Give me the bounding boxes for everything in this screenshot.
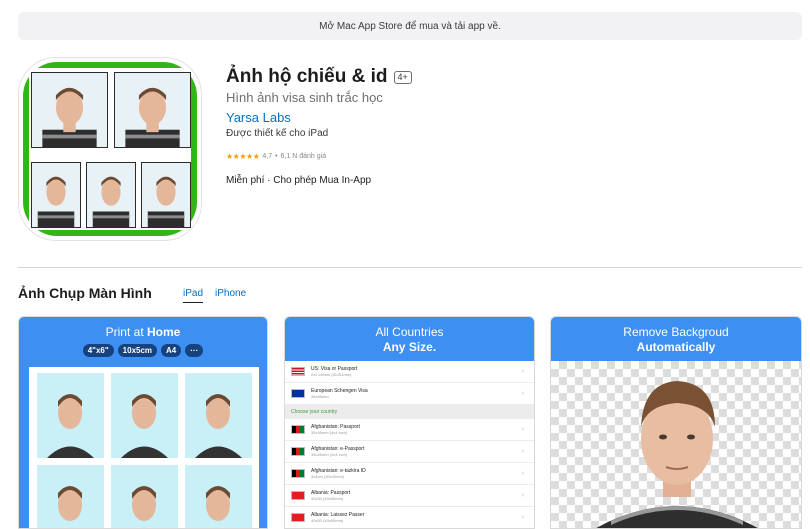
row-sublabel: 35x45mm	[311, 393, 329, 399]
app-title-row: Ảnh hộ chiếu & id 4+	[226, 66, 412, 88]
row-sublabel: 35x45mm (4x4 inch)	[311, 451, 348, 457]
heading-bold-text: Home	[147, 325, 181, 339]
screenshot-print-at-home[interactable]: Print at Home 4"x6" 10x5cm A4 ···	[18, 316, 268, 529]
heading-bold-text: Any Size.	[382, 340, 437, 354]
albania-flag-icon	[291, 491, 305, 500]
app-title: Ảnh hộ chiếu & id	[226, 66, 388, 87]
rating-value: 4,7	[262, 153, 273, 160]
row-label: Albania: Passport	[311, 489, 351, 496]
chevron-right-icon: ›	[521, 514, 524, 521]
section-divider	[18, 267, 802, 268]
heading-bold-text: Automatically	[636, 340, 716, 354]
row-label: Afghanistan: e-Passport	[311, 445, 365, 452]
eu-flag-icon	[291, 389, 305, 398]
passport-photo-thumbnail	[111, 373, 178, 458]
passport-photo-thumbnail	[86, 162, 136, 228]
banner-text: Mở Mac App Store để mua và tải app về.	[319, 20, 501, 32]
row-sublabel: 3x4cm (30x40mm)	[311, 473, 345, 479]
list-item: Afghanistan: e-tazkira ID 3x4cm (30x40mm)…	[285, 463, 534, 485]
list-section-header: Choose your country	[285, 405, 534, 419]
passport-photo-thumbnail	[31, 72, 108, 148]
transparent-background	[551, 361, 801, 528]
screenshot-all-countries[interactable]: All Countries Any Size. US: Visa or Pass…	[284, 316, 535, 529]
print-sheet	[29, 367, 259, 528]
open-mac-app-store-banner[interactable]: Mở Mac App Store để mua và tải app về.	[18, 12, 802, 40]
row-label: US: Visa or Passport	[311, 365, 358, 372]
list-item: Albania: Passport 40x50 (40x50mm) ›	[285, 485, 534, 507]
app-subtitle: Hình ảnh visa sinh trắc học	[226, 90, 383, 105]
more-chip: ···	[185, 344, 204, 357]
chevron-right-icon: ›	[521, 492, 524, 499]
designed-for-ipad: Được thiết kế cho iPad	[226, 128, 329, 139]
row-label: Albania: Laissez Passer	[311, 511, 365, 518]
row-sublabel: 35x45mm (4x4 inch)	[311, 429, 348, 435]
row-label: Afghanistan: Passport	[311, 423, 360, 430]
passport-photo-thumbnail	[185, 373, 252, 458]
chevron-right-icon: ›	[521, 390, 524, 397]
size-chips: 4"x6" 10x5cm A4 ···	[19, 344, 267, 357]
price-info: Miễn phí · Cho phép Mua In-App	[226, 175, 372, 186]
list-item: European Schengen Visa 35x45mm ›	[285, 383, 534, 405]
age-rating-badge: 4+	[393, 70, 412, 84]
portrait-cutout	[596, 381, 758, 528]
passport-photo-thumbnail	[31, 162, 81, 228]
us-flag-icon	[291, 367, 305, 376]
size-chip: 10x5cm	[117, 344, 158, 357]
passport-photo-thumbnail	[114, 72, 191, 148]
star-rating-icon: ★★★★★	[226, 152, 260, 161]
afghanistan-flag-icon	[291, 447, 305, 456]
passport-photo-thumbnail	[37, 373, 104, 458]
list-item: US: Visa or Passport 2x2 inches (51x51mm)…	[285, 361, 534, 383]
heading-text: All Countries	[375, 325, 444, 339]
row-sublabel: 40x50 (40x50mm)	[311, 517, 344, 523]
chevron-right-icon: ›	[521, 470, 524, 477]
rating-separator: •	[275, 153, 278, 160]
tab-ipad[interactable]: iPad	[183, 288, 204, 303]
chevron-right-icon: ›	[521, 368, 524, 375]
row-label: European Schengen Visa	[311, 387, 368, 394]
heading-text: Print at	[105, 325, 147, 339]
row-sublabel: 2x2 inches (51x51mm)	[311, 371, 352, 377]
rating-row: ★★★★★ 4,7 • 6,1 N đánh giá	[226, 152, 326, 161]
screenshot-heading: All Countries Any Size.	[285, 317, 534, 355]
passport-photo-thumbnail	[141, 162, 191, 228]
size-chip: 4"x6"	[82, 344, 114, 357]
rating-count: 6,1 N đánh giá	[280, 153, 327, 160]
screenshot-remove-background[interactable]: Remove Backgroud Automatically	[550, 316, 802, 529]
section-header-label: Choose your country	[291, 408, 338, 415]
app-icon-photo-sheet	[29, 68, 191, 230]
heading-text: Remove Backgroud	[623, 325, 729, 339]
chevron-right-icon: ›	[521, 426, 524, 433]
screenshot-heading: Print at Home	[19, 317, 267, 340]
developer-link[interactable]: Yarsa Labs	[226, 110, 291, 125]
afghanistan-flag-icon	[291, 469, 305, 478]
albania-flag-icon	[291, 513, 305, 522]
device-tabs: iPad iPhone	[183, 288, 246, 303]
row-sublabel: 40x50 (40x50mm)	[311, 495, 344, 501]
tab-ipad-label: iPad	[183, 288, 204, 299]
list-item: Albania: Laissez Passer 40x50 (40x50mm) ›	[285, 507, 534, 528]
list-item: Afghanistan: Passport 35x45mm (4x4 inch) …	[285, 419, 534, 441]
chevron-right-icon: ›	[521, 448, 524, 455]
row-label: Afghanistan: e-tazkira ID	[311, 467, 366, 474]
size-chip: A4	[161, 344, 182, 357]
passport-photo-thumbnail	[37, 465, 104, 528]
screenshot-heading: Remove Backgroud Automatically	[551, 317, 801, 355]
app-icon	[18, 57, 202, 241]
afghanistan-flag-icon	[291, 425, 305, 434]
country-list: US: Visa or Passport 2x2 inches (51x51mm)…	[285, 361, 534, 528]
tab-iphone[interactable]: iPhone	[215, 288, 246, 303]
passport-photo-thumbnail	[111, 465, 178, 528]
passport-photo-thumbnail	[185, 465, 252, 528]
list-item: Afghanistan: e-Passport 35x45mm (4x4 inch…	[285, 441, 534, 463]
screenshots-section-title: Ảnh Chụp Màn Hình	[18, 285, 152, 301]
